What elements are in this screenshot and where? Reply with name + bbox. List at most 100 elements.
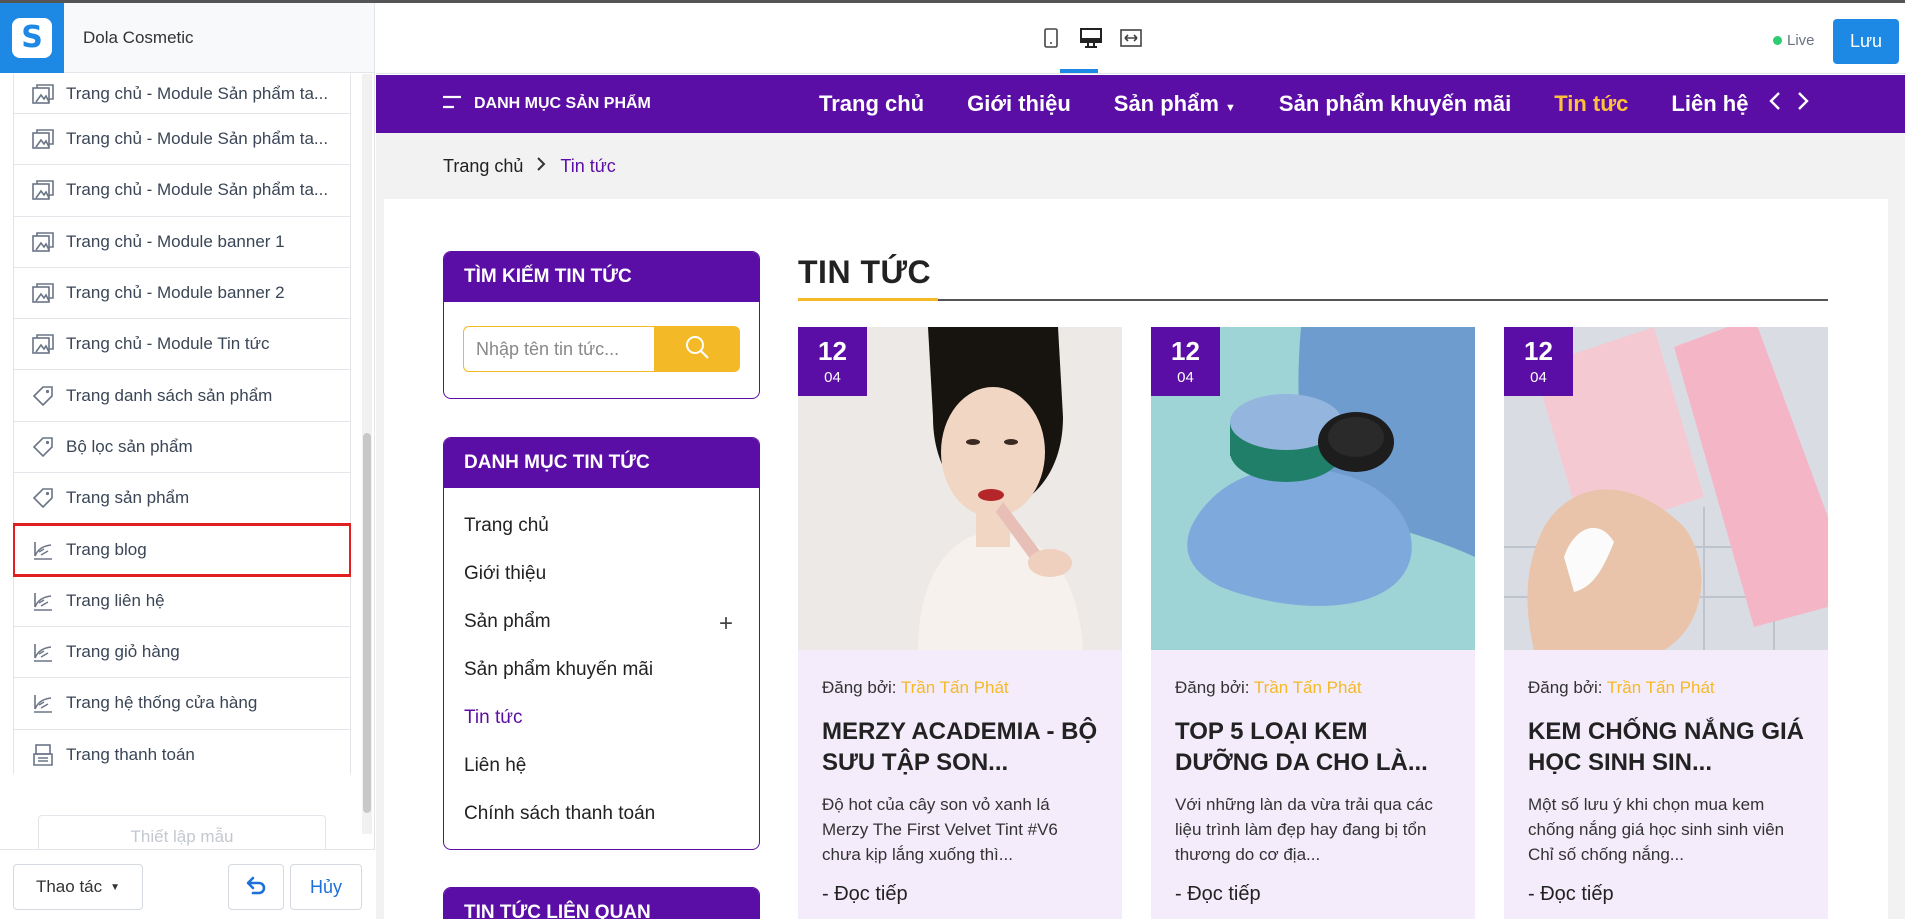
tag-icon bbox=[24, 385, 62, 407]
news-heading: TIN TỨC bbox=[798, 254, 932, 290]
category-item[interactable]: Sản phẩm + bbox=[464, 598, 759, 646]
preview-right-gutter bbox=[1888, 199, 1905, 919]
category-menu-button[interactable]: DANH MỤC SẢN PHẨM bbox=[442, 75, 651, 133]
read-more-link[interactable]: - Đọc tiếp bbox=[1528, 883, 1804, 906]
template-item-label: Trang chủ - Module banner 1 bbox=[66, 231, 285, 251]
register-icon bbox=[24, 743, 62, 766]
template-item-label: Trang liên hệ bbox=[66, 590, 165, 610]
mobile-icon bbox=[1043, 27, 1059, 53]
template-item-label: Trang danh sách sản phẩm bbox=[66, 385, 273, 405]
desktop-view-button[interactable] bbox=[1072, 25, 1110, 55]
template-item-label: Trang hệ thống cửa hàng bbox=[66, 693, 258, 713]
image-icon bbox=[24, 283, 62, 303]
cancel-button[interactable]: Hủy bbox=[290, 864, 362, 910]
article-card[interactable]: 12 04 Đăng bởi: Trần Tấn Phát TOP 5 LOẠI… bbox=[1151, 327, 1475, 919]
nav-home[interactable]: Trang chủ bbox=[819, 91, 924, 117]
article-month: 04 bbox=[1530, 369, 1547, 386]
template-item[interactable]: Bộ lọc sản phẩm bbox=[13, 421, 351, 474]
store-name: Dola Cosmetic bbox=[83, 27, 194, 47]
live-status: Live bbox=[1773, 32, 1815, 49]
image-icon bbox=[24, 231, 62, 252]
chevron-right-icon[interactable] bbox=[1797, 91, 1809, 117]
fullwidth-view-button[interactable] bbox=[1112, 25, 1150, 55]
category-item[interactable]: Liên hệ bbox=[464, 742, 759, 790]
template-item-label: Bộ lọc sản phẩm bbox=[66, 436, 193, 456]
template-item[interactable]: Trang chủ - Module Sản phẩm ta... bbox=[13, 74, 351, 114]
article-body: Đăng bởi: Trần Tấn Phát TOP 5 LOẠI KEM D… bbox=[1151, 650, 1475, 906]
news-search-row: Nhập tên tin tức... bbox=[463, 326, 740, 372]
news-heading-underline bbox=[798, 299, 1828, 301]
template-item[interactable]: Trang chủ - Module banner 1 bbox=[13, 216, 351, 268]
related-news-box: TIN TỨC LIÊN QUAN bbox=[443, 887, 760, 919]
nav-contact[interactable]: Liên hệ bbox=[1671, 91, 1748, 117]
news-search-input[interactable]: Nhập tên tin tức... bbox=[463, 326, 654, 372]
article-author[interactable]: Trần Tấn Phát bbox=[901, 678, 1009, 697]
template-item[interactable]: Trang chủ - Module Tin tức bbox=[13, 319, 351, 371]
undo-icon bbox=[245, 875, 267, 900]
sidebar-header: S Dola Cosmetic bbox=[0, 2, 374, 73]
template-item[interactable]: Trang sản phẩm bbox=[13, 473, 351, 525]
tag-icon bbox=[24, 436, 62, 458]
mobile-view-button[interactable] bbox=[1032, 25, 1070, 55]
nav-about[interactable]: Giới thiệu bbox=[967, 91, 1071, 117]
breadcrumb-home[interactable]: Trang chủ bbox=[443, 156, 523, 177]
article-image[interactable]: 12 04 bbox=[798, 327, 1122, 650]
article-byline: Đăng bởi: Trần Tấn Phát bbox=[1175, 678, 1451, 698]
category-item-active[interactable]: Tin tức bbox=[464, 694, 759, 742]
template-item[interactable]: Trang chủ - Module Sản phẩm ta... bbox=[13, 114, 351, 166]
blog-icon bbox=[24, 693, 62, 714]
read-more-label: Đọc tiếp bbox=[1540, 883, 1614, 905]
sidebar-scrollbar-thumb[interactable] bbox=[363, 433, 371, 813]
chevron-left-icon[interactable] bbox=[1769, 91, 1781, 117]
logo-s-icon: S bbox=[12, 17, 52, 58]
template-item[interactable]: Trang chủ - Module banner 2 bbox=[13, 267, 351, 320]
category-menu-label: DANH MỤC SẢN PHẨM bbox=[474, 95, 651, 112]
template-item-label: Trang chủ - Module Sản phẩm ta... bbox=[66, 180, 329, 200]
article-title[interactable]: TOP 5 LOẠI KEM DƯỠNG DA CHO LÀ... bbox=[1175, 716, 1451, 778]
category-item[interactable]: Trang chủ bbox=[464, 502, 759, 550]
template-item[interactable]: Trang chủ - Module Sản phẩm ta... bbox=[13, 165, 351, 217]
template-item-label: Trang chủ - Module banner 2 bbox=[66, 283, 285, 303]
blog-icon bbox=[24, 642, 62, 662]
nav-promotions[interactable]: Sản phẩm khuyến mãi bbox=[1279, 91, 1511, 117]
template-item[interactable]: Trang thanh toán bbox=[13, 729, 351, 774]
article-image[interactable]: 12 04 bbox=[1504, 327, 1828, 650]
read-more-label: Đọc tiếp bbox=[1187, 883, 1261, 905]
nav-news[interactable]: Tin tức bbox=[1554, 91, 1628, 117]
article-card[interactable]: 12 04 Đăng bởi: Trần Tấn Phát KEM CHỐNG … bbox=[1504, 327, 1828, 919]
template-item[interactable]: Trang giỏ hàng bbox=[13, 626, 351, 679]
read-more-link[interactable]: - Đọc tiếp bbox=[822, 883, 1098, 906]
article-byline: Đăng bởi: Trần Tấn Phát bbox=[822, 678, 1098, 698]
plus-icon[interactable]: + bbox=[719, 610, 733, 638]
article-author[interactable]: Trần Tấn Phát bbox=[1254, 678, 1362, 697]
preview-left-gutter bbox=[376, 199, 384, 919]
app-logo[interactable]: S bbox=[0, 2, 64, 73]
category-item[interactable]: Sản phẩm khuyến mãi bbox=[464, 646, 759, 694]
sidebar-footer: Thao tác ▼ Hủy bbox=[0, 849, 375, 919]
news-search-title: TÌM KIẾM TIN TỨC bbox=[444, 252, 759, 302]
template-item[interactable]: Trang hệ thống cửa hàng bbox=[13, 678, 351, 730]
article-month: 04 bbox=[1177, 369, 1194, 386]
article-body: Đăng bởi: Trần Tấn Phát MERZY ACADEMIA -… bbox=[798, 650, 1122, 906]
template-item[interactable]: Trang liên hệ bbox=[13, 575, 351, 627]
article-card[interactable]: 12 04 Đăng bởi: Trần Tấn Phát MERZY ACAD… bbox=[798, 327, 1122, 919]
nav-products[interactable]: Sản phẩm ▼ bbox=[1114, 91, 1236, 117]
news-search-button[interactable] bbox=[654, 326, 740, 372]
template-item[interactable]: Trang danh sách sản phẩm bbox=[13, 370, 351, 422]
read-more-link[interactable]: - Đọc tiếp bbox=[1175, 883, 1451, 906]
image-icon bbox=[24, 334, 62, 355]
expand-width-icon bbox=[1119, 28, 1143, 53]
news-category-box: DANH MỤC TIN TỨC Trang chủ Giới thiệu Sả… bbox=[443, 437, 760, 850]
breadcrumb-current: Tin tức bbox=[560, 155, 616, 176]
article-author[interactable]: Trần Tấn Phát bbox=[1607, 678, 1715, 697]
save-button[interactable]: Lưu bbox=[1833, 19, 1899, 64]
template-item-selected[interactable]: Trang blog bbox=[13, 523, 351, 577]
article-image[interactable]: 12 04 bbox=[1151, 327, 1475, 650]
article-title[interactable]: KEM CHỐNG NẮNG GIÁ HỌC SINH SIN... bbox=[1528, 716, 1804, 778]
category-item[interactable]: Chính sách thanh toán bbox=[464, 790, 759, 838]
category-item[interactable]: Giới thiệu bbox=[464, 550, 759, 598]
article-title[interactable]: MERZY ACADEMIA - BỘ SƯU TẬP SON... bbox=[822, 716, 1098, 778]
template-item-label: Trang blog bbox=[66, 539, 147, 559]
actions-dropdown[interactable]: Thao tác ▼ bbox=[13, 864, 143, 910]
undo-button[interactable] bbox=[228, 864, 284, 910]
